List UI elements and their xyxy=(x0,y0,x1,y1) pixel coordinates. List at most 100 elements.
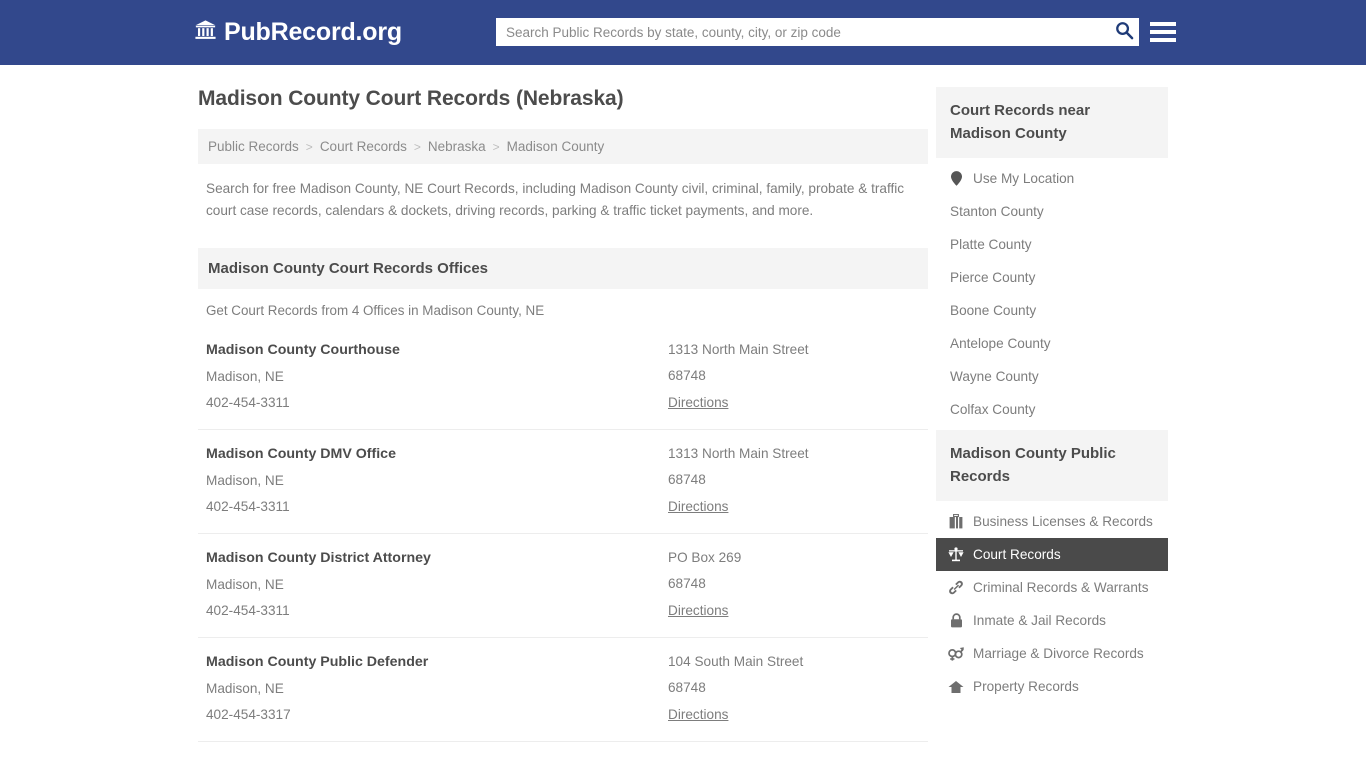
search-button[interactable] xyxy=(1109,18,1139,46)
site-logo-text: PubRecord.org xyxy=(224,18,402,46)
office-city-state: Madison, NE xyxy=(206,473,284,488)
office-right-column: 1313 North Main Street 68748 Directions xyxy=(668,342,920,412)
sidebar-near-item-label: Colfax County xyxy=(950,402,1036,417)
office-directions-link[interactable]: Directions xyxy=(668,395,728,410)
hamburger-menu-button[interactable] xyxy=(1150,19,1176,45)
sidebar-records-list: Business Licenses & Records Court Records… xyxy=(936,501,1168,703)
office-directions-link[interactable]: Directions xyxy=(668,499,728,514)
breadcrumb: Public Records > Court Records > Nebraska > Ma… xyxy=(198,129,928,164)
office-right-column: 1313 North Main Street 68748 Directions xyxy=(668,446,920,516)
sidebar-near-item[interactable]: Wayne County xyxy=(936,360,1168,393)
breadcrumb-separator: > xyxy=(305,139,313,154)
office-street: 1313 North Main Street xyxy=(668,342,809,357)
offices-section-heading: Madison County Court Records Offices xyxy=(198,248,928,289)
sidebar-near-item-label: Stanton County xyxy=(950,204,1044,219)
office-row: Madison County DMV Office Madison, NE 402-… xyxy=(198,430,928,534)
office-directions-link[interactable]: Directions xyxy=(668,707,728,722)
office-name: Madison County Public Defender xyxy=(206,654,429,670)
sidebar-records-item[interactable]: Marriage & Divorce Records xyxy=(936,637,1168,670)
hamburger-menu-icon-bar xyxy=(1150,22,1176,26)
sidebar-near-item[interactable]: Antelope County xyxy=(936,327,1168,360)
office-zip: 68748 xyxy=(668,368,706,383)
office-row: Madison County Public Defender Madison, N… xyxy=(198,638,928,742)
office-street: 104 South Main Street xyxy=(668,654,804,669)
sidebar-records-item-label: Business Licenses & Records xyxy=(973,514,1153,529)
sidebar-records-item-label: Criminal Records & Warrants xyxy=(973,580,1149,595)
office-left-column: Madison County Public Defender Madison, N… xyxy=(206,654,668,724)
office-city-state: Madison, NE xyxy=(206,577,284,592)
site-header: PubRecord.org xyxy=(0,0,1366,65)
sidebar-records-box: Madison County Public Records Business L… xyxy=(936,430,1168,703)
sidebar-records-item-label: Marriage & Divorce Records xyxy=(973,646,1144,661)
offices-list: Madison County Courthouse Madison, NE 402-… xyxy=(198,326,928,742)
page-intro-text: Search for free Madison County, NE Court… xyxy=(206,181,905,218)
sidebar-records-item-active[interactable]: Court Records xyxy=(936,538,1168,571)
chain-link-icon xyxy=(948,580,964,595)
office-city-state: Madison, NE xyxy=(206,369,284,384)
sidebar-near-item-label: Pierce County xyxy=(950,270,1036,285)
office-zip: 68748 xyxy=(668,680,706,695)
office-right-column: PO Box 269 68748 Directions xyxy=(668,550,920,620)
search-input[interactable] xyxy=(496,18,1109,46)
sidebar-near-item-label: Antelope County xyxy=(950,336,1051,351)
sidebar-near-item-label: Platte County xyxy=(950,237,1032,252)
sidebar-near-item[interactable]: Stanton County xyxy=(936,195,1168,228)
sidebar-near-item[interactable]: Use My Location xyxy=(936,162,1168,195)
content-container: Madison County Court Records (Nebraska) … xyxy=(198,65,1168,768)
breadcrumb-item[interactable]: Court Records xyxy=(320,139,407,154)
map-pin-icon xyxy=(948,171,964,186)
office-zip: 68748 xyxy=(668,576,706,591)
office-left-column: Madison County Courthouse Madison, NE 402-… xyxy=(206,342,668,412)
gender-symbols-icon xyxy=(948,646,964,661)
page-body: Madison County Court Records (Nebraska) … xyxy=(0,65,1366,768)
hamburger-menu-icon-bar xyxy=(1150,38,1176,42)
sidebar-near-item[interactable]: Platte County xyxy=(936,228,1168,261)
sidebar-records-item[interactable]: Property Records xyxy=(936,670,1168,703)
office-phone: 402-454-3311 xyxy=(206,603,290,618)
office-name: Madison County District Attorney xyxy=(206,550,431,566)
office-street: 1313 North Main Street xyxy=(668,446,809,461)
page-title: Madison County Court Records (Nebraska) xyxy=(198,87,624,110)
site-logo-link[interactable]: PubRecord.org xyxy=(194,18,402,47)
breadcrumb-item[interactable]: Nebraska xyxy=(428,139,486,154)
house-icon xyxy=(948,680,964,694)
office-phone: 402-454-3311 xyxy=(206,395,290,410)
sidebar-near-item-label: Use My Location xyxy=(973,171,1075,186)
office-directions-link[interactable]: Directions xyxy=(668,603,728,618)
scales-of-justice-icon xyxy=(948,547,964,562)
sidebar-near-item[interactable]: Boone County xyxy=(936,294,1168,327)
breadcrumb-separator: > xyxy=(413,139,421,154)
search-bar xyxy=(496,18,1139,46)
search-icon xyxy=(1115,21,1134,43)
office-zip: 68748 xyxy=(668,472,706,487)
sidebar-near-item[interactable]: Pierce County xyxy=(936,261,1168,294)
office-name: Madison County Courthouse xyxy=(206,342,400,358)
sidebar-records-item[interactable]: Inmate & Jail Records xyxy=(936,604,1168,637)
office-row: Madison County District Attorney Madison,… xyxy=(198,534,928,638)
office-right-column: 104 South Main Street 68748 Directions xyxy=(668,654,920,724)
sidebar-records-item-label: Property Records xyxy=(973,679,1079,694)
office-phone: 402-454-3311 xyxy=(206,499,290,514)
office-phone: 402-454-3317 xyxy=(206,707,291,722)
office-left-column: Madison County District Attorney Madison,… xyxy=(206,550,668,620)
sidebar-near-item-label: Wayne County xyxy=(950,369,1039,384)
office-city-state: Madison, NE xyxy=(206,681,284,696)
breadcrumb-item[interactable]: Public Records xyxy=(208,139,299,154)
sidebar: Court Records near Madison County Use My… xyxy=(936,87,1168,707)
sidebar-near-box: Court Records near Madison County Use My… xyxy=(936,87,1168,426)
padlock-icon xyxy=(948,613,964,628)
main-column: Madison County Court Records (Nebraska) … xyxy=(198,87,928,768)
briefcase-icon xyxy=(948,514,964,529)
office-name: Madison County DMV Office xyxy=(206,446,396,462)
sidebar-near-heading: Court Records near Madison County xyxy=(936,87,1168,158)
office-left-column: Madison County DMV Office Madison, NE 402-… xyxy=(206,446,668,516)
sidebar-records-item-label: Court Records xyxy=(973,547,1061,562)
sidebar-near-item[interactable]: Colfax County xyxy=(936,393,1168,426)
sidebar-near-list: Use My Location Stanton County Platte Coun… xyxy=(936,158,1168,426)
office-row: Madison County Courthouse Madison, NE 402-… xyxy=(198,326,928,430)
offices-count-note: Get Court Records from 4 Offices in Madi… xyxy=(206,303,545,318)
breadcrumb-item[interactable]: Madison County xyxy=(507,139,605,154)
sidebar-records-item[interactable]: Criminal Records & Warrants xyxy=(936,571,1168,604)
sidebar-records-item[interactable]: Business Licenses & Records xyxy=(936,505,1168,538)
hamburger-menu-icon-bar xyxy=(1150,30,1176,34)
